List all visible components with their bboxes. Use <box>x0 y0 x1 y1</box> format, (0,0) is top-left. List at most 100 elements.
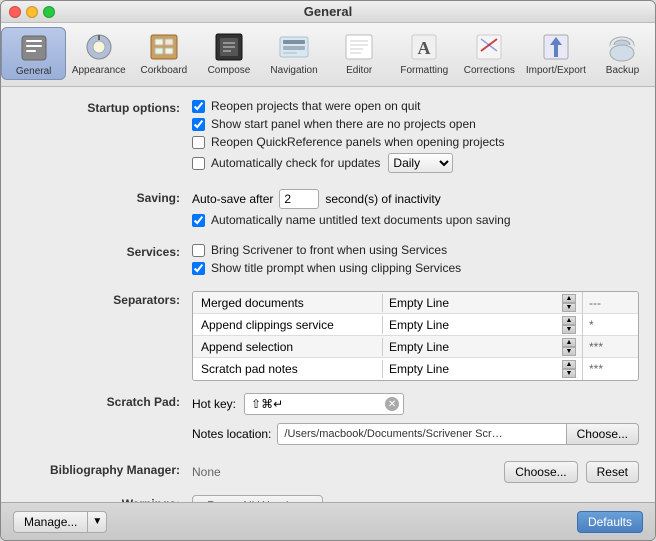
sep-row-0: Merged documents Empty Line ▲ ▼ --- <box>193 292 638 314</box>
hotkey-field[interactable]: ⇧⌘↵ ✕ <box>244 393 404 415</box>
importexport-icon <box>540 31 572 63</box>
autoname-checkbox[interactable] <box>192 214 205 227</box>
bibliography-choose-button[interactable]: Choose... <box>504 461 577 483</box>
startup-section: Startup options: Reopen projects that we… <box>17 99 639 177</box>
scratchpad-content: Hot key: ⇧⌘↵ ✕ Notes location: /Users/ma… <box>192 393 639 449</box>
reopen-label: Reopen projects that were open on quit <box>211 99 420 113</box>
sep-type-label-3: Empty Line <box>389 362 449 376</box>
tab-backup-label: Backup <box>606 65 639 76</box>
stepper-2[interactable]: ▲ ▼ <box>562 338 576 356</box>
services-label: Services: <box>17 243 192 259</box>
tab-compose[interactable]: Compose <box>196 27 261 80</box>
bibliography-reset-button[interactable]: Reset <box>586 461 639 483</box>
sep-stepper-0: ▲ ▼ <box>562 294 576 312</box>
tab-corrections[interactable]: Corrections <box>457 27 522 80</box>
update-frequency-select[interactable]: Daily Weekly Monthly <box>388 153 453 173</box>
hotkey-value: ⇧⌘↵ <box>251 397 283 411</box>
tab-editor[interactable]: Editor <box>327 27 392 80</box>
navigation-icon <box>278 31 310 63</box>
minimize-button[interactable] <box>26 6 38 18</box>
startup-label: Startup options: <box>17 99 192 115</box>
tab-general-label: General <box>16 66 52 77</box>
stepper-0[interactable]: ▲ ▼ <box>562 294 576 312</box>
stepper-down-3[interactable]: ▼ <box>562 369 576 378</box>
separators-content: Merged documents Empty Line ▲ ▼ --- <box>192 291 639 381</box>
tab-editor-label: Editor <box>346 65 372 76</box>
stepper-up-1[interactable]: ▲ <box>562 316 576 325</box>
sep-type-3: Empty Line ▲ ▼ <box>383 358 583 380</box>
close-button[interactable] <box>9 6 21 18</box>
reset-warnings-button[interactable]: Reset All Warnings <box>192 495 323 502</box>
sep-stepper-2: ▲ ▼ <box>562 338 576 356</box>
hotkey-clear-button[interactable]: ✕ <box>385 397 399 411</box>
reopen-checkbox[interactable] <box>192 100 205 113</box>
stepper-up-3[interactable]: ▲ <box>562 360 576 369</box>
sep-name-0: Merged documents <box>193 294 383 312</box>
stepper-up-2[interactable]: ▲ <box>562 338 576 347</box>
sep-val-1: * <box>583 316 638 334</box>
hotkey-row: Hot key: ⇧⌘↵ ✕ <box>192 393 639 415</box>
formatting-icon: A <box>408 31 440 63</box>
notes-loc-row: Notes location: /Users/macbook/Documents… <box>192 423 639 445</box>
general-icon <box>18 32 50 64</box>
bringfront-checkbox[interactable] <box>192 244 205 257</box>
stepper-3[interactable]: ▲ ▼ <box>562 360 576 378</box>
defaults-button[interactable]: Defaults <box>577 511 643 533</box>
titleprompt-checkbox[interactable] <box>192 262 205 275</box>
startpanel-checkbox[interactable] <box>192 118 205 131</box>
services-section: Services: Bring Scrivener to front when … <box>17 243 639 279</box>
notes-choose-button[interactable]: Choose... <box>567 423 639 445</box>
tab-compose-label: Compose <box>208 65 251 76</box>
autosave-input[interactable] <box>279 189 319 209</box>
tab-appearance-label: Appearance <box>72 65 126 76</box>
window-title: General <box>304 4 352 19</box>
stepper-down-1[interactable]: ▼ <box>562 325 576 334</box>
sep-stepper-3: ▲ ▼ <box>562 360 576 378</box>
stepper-1[interactable]: ▲ ▼ <box>562 316 576 334</box>
bibliography-value: None <box>192 465 496 479</box>
sep-name-2: Append selection <box>193 338 383 356</box>
tab-importexport[interactable]: Import/Export <box>522 27 590 80</box>
sep-type-label-2: Empty Line <box>389 340 449 354</box>
sep-type-0: Empty Line ▲ ▼ <box>383 292 583 314</box>
corkboard-icon <box>148 31 180 63</box>
compose-icon <box>213 31 245 63</box>
manage-button[interactable]: Manage... <box>13 511 88 533</box>
maximize-button[interactable] <box>43 6 55 18</box>
manage-arrow-button[interactable]: ▼ <box>88 511 107 533</box>
quickref-label: Reopen QuickReference panels when openin… <box>211 135 505 149</box>
stepper-down-0[interactable]: ▼ <box>562 303 576 312</box>
manage-row: Manage... ▼ <box>13 511 107 533</box>
services-bringfront: Bring Scrivener to front when using Serv… <box>192 243 639 257</box>
tab-navigation[interactable]: Navigation <box>262 27 327 80</box>
window: General General Appearance Corkboard Com… <box>0 0 656 541</box>
tab-corkboard[interactable]: Corkboard <box>131 27 196 80</box>
tab-formatting-label: Formatting <box>400 65 448 76</box>
quickref-checkbox[interactable] <box>192 136 205 149</box>
sep-type-1: Empty Line ▲ ▼ <box>383 314 583 336</box>
sep-name-3: Scratch pad notes <box>193 360 383 378</box>
autosave-prefix: Auto-save after <box>192 192 273 206</box>
startup-option-startpanel: Show start panel when there are no proje… <box>192 117 639 131</box>
startup-content: Reopen projects that were open on quit S… <box>192 99 639 177</box>
warnings-content: Reset All Warnings <box>192 495 639 502</box>
appearance-icon <box>83 31 115 63</box>
warnings-label: Warnings: <box>17 495 192 502</box>
autoupdate-checkbox[interactable] <box>192 157 205 170</box>
sep-name-1: Append clippings service <box>193 316 383 334</box>
stepper-up-0[interactable]: ▲ <box>562 294 576 303</box>
sep-type-2: Empty Line ▲ ▼ <box>383 336 583 358</box>
scratchpad-section: Scratch Pad: Hot key: ⇧⌘↵ ✕ Notes locati… <box>17 393 639 449</box>
content-area: Startup options: Reopen projects that we… <box>1 87 655 502</box>
notes-path-text: /Users/macbook/Documents/Scrivener Scr… <box>284 428 502 440</box>
services-content: Bring Scrivener to front when using Serv… <box>192 243 639 279</box>
tab-general[interactable]: General <box>1 27 66 80</box>
tab-backup[interactable]: Backup <box>590 27 655 80</box>
backup-icon <box>606 31 638 63</box>
tab-formatting[interactable]: A Formatting <box>392 27 457 80</box>
sep-val-3: *** <box>583 360 638 378</box>
stepper-down-2[interactable]: ▼ <box>562 347 576 356</box>
bibliography-content: None Choose... Reset <box>192 461 639 483</box>
tab-appearance[interactable]: Appearance <box>66 27 131 80</box>
warnings-section: Warnings: Reset All Warnings <box>17 495 639 502</box>
